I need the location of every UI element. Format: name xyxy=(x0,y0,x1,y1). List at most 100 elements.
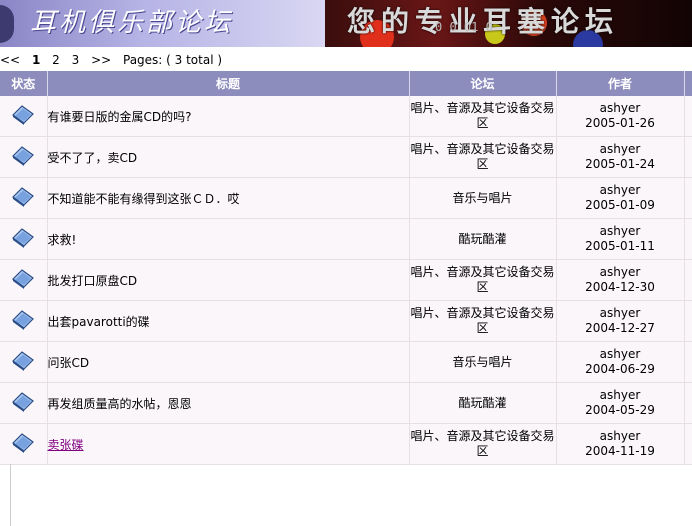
forum-cell: 音乐与唱片 xyxy=(409,177,557,219)
extra-cell xyxy=(684,382,692,424)
author-name[interactable]: ashyer xyxy=(600,347,641,361)
table-row: 卖张碟 唱片、音源及其它设备交易区 ashyer 2004-11-19 xyxy=(0,423,692,465)
folder-icon xyxy=(11,268,35,293)
title-cell: 受不了了，卖CD xyxy=(47,136,410,178)
topic-title-link[interactable]: 再发组质量高的水帖，恩恩 xyxy=(48,397,192,411)
pager-prev-link[interactable]: << xyxy=(0,53,20,67)
header-extra xyxy=(684,71,692,96)
topic-title-link[interactable]: 受不了了，卖CD xyxy=(48,151,138,165)
extra-cell xyxy=(684,136,692,178)
table-row: 不知道能不能有缘得到这张ＣＤ．哎 音乐与唱片 ashyer 2005-01-09 xyxy=(0,177,692,219)
folder-icon xyxy=(11,391,35,416)
forum-name: 耳机俱乐部论坛 xyxy=(30,8,234,38)
extra-cell xyxy=(684,423,692,465)
title-cell: 卖张碟 xyxy=(47,423,410,465)
status-cell xyxy=(0,423,48,465)
title-cell: 求救! xyxy=(47,218,410,260)
author-name[interactable]: ashyer xyxy=(600,265,641,279)
banner-logo-area: 耳机俱乐部论坛 xyxy=(0,0,325,47)
folder-icon xyxy=(11,145,35,170)
author-name[interactable]: ashyer xyxy=(600,224,641,238)
post-date: 2005-01-24 xyxy=(585,157,655,171)
forum-name-link[interactable]: 唱片、音源及其它设备交易区 xyxy=(410,306,554,335)
topic-title-link[interactable]: 出套pavarotti的碟 xyxy=(48,315,150,329)
title-cell: 出套pavarotti的碟 xyxy=(47,300,410,342)
pager-page-3[interactable]: 3 xyxy=(72,53,80,67)
forum-name-link[interactable]: 唱片、音源及其它设备交易区 xyxy=(410,142,554,171)
author-name[interactable]: ashyer xyxy=(600,388,641,402)
topic-table: 状态 标题 论坛 作者 有谁要日版的金属CD的吗? 唱片、音源及其它设备交易区 as… xyxy=(0,71,692,465)
author-name[interactable]: ashyer xyxy=(600,306,641,320)
forum-name-link[interactable]: 音乐与唱片 xyxy=(452,191,512,205)
forum-name-link[interactable]: 音乐与唱片 xyxy=(452,355,512,369)
extra-cell xyxy=(684,259,692,301)
header-title: 标题 xyxy=(47,71,410,96)
topic-title-link[interactable]: 有谁要日版的金属CD的吗? xyxy=(48,110,192,124)
pager-page-1: 1 xyxy=(31,53,41,67)
title-cell: 有谁要日版的金属CD的吗? xyxy=(47,96,410,137)
author-name[interactable]: ashyer xyxy=(600,142,641,156)
author-name[interactable]: ashyer xyxy=(600,183,641,197)
topic-title-link[interactable]: 求救! xyxy=(48,233,77,247)
topic-title-link[interactable]: 卖张碟 xyxy=(48,438,84,452)
folder-icon xyxy=(11,309,35,334)
table-header-row: 状态 标题 论坛 作者 xyxy=(0,71,692,96)
folder-icon xyxy=(11,186,35,211)
forum-name-link[interactable]: 唱片、音源及其它设备交易区 xyxy=(410,265,554,294)
forum-name-link[interactable]: 酷玩酷灌 xyxy=(458,396,506,410)
header-status: 状态 xyxy=(0,71,48,96)
title-cell: 不知道能不能有缘得到这张ＣＤ．哎 xyxy=(47,177,410,219)
forum-cell: 唱片、音源及其它设备交易区 xyxy=(409,300,557,342)
forum-cell: 音乐与唱片 xyxy=(409,341,557,383)
header-author: 作者 xyxy=(556,71,685,96)
extra-cell xyxy=(684,218,692,260)
topic-title-link[interactable]: 批发打口原盘CD xyxy=(48,274,138,288)
extra-cell xyxy=(684,300,692,342)
table-row: 问张CD 音乐与唱片 ashyer 2004-06-29 xyxy=(0,341,692,383)
post-date: 2004-12-27 xyxy=(585,321,655,335)
title-cell: 问张CD xyxy=(47,341,410,383)
table-row: 批发打口原盘CD 唱片、音源及其它设备交易区 ashyer 2004-12-30 xyxy=(0,259,692,301)
post-date: 2004-05-29 xyxy=(585,403,655,417)
author-cell: ashyer 2005-01-24 xyxy=(556,136,685,178)
forum-name-link[interactable]: 唱片、音源及其它设备交易区 xyxy=(410,101,554,130)
extra-cell xyxy=(684,96,692,137)
topic-title-link[interactable]: 问张CD xyxy=(48,356,90,370)
forum-banner: 耳机俱乐部论坛 您的专业耳塞论坛 0 0 01 0 xyxy=(0,0,692,47)
forum-cell: 酷玩酷灌 xyxy=(409,218,557,260)
post-date: 2005-01-11 xyxy=(585,239,655,253)
forum-cell: 唱片、音源及其它设备交易区 xyxy=(409,136,557,178)
pager-summary: Pages: ( 3 total ) xyxy=(123,53,223,67)
folder-icon xyxy=(11,432,35,457)
pager-next-link[interactable]: >> xyxy=(91,53,111,67)
headphone-graphic xyxy=(0,5,14,43)
table-row: 出套pavarotti的碟 唱片、音源及其它设备交易区 ashyer 2004-12-… xyxy=(0,300,692,342)
author-cell: ashyer 2004-05-29 xyxy=(556,382,685,424)
banner-digits: 0 0 01 0 xyxy=(435,20,493,34)
post-date: 2005-01-09 xyxy=(585,198,655,212)
forum-cell: 唱片、音源及其它设备交易区 xyxy=(409,96,557,137)
forum-name-link[interactable]: 唱片、音源及其它设备交易区 xyxy=(410,429,554,458)
author-name[interactable]: ashyer xyxy=(600,429,641,443)
author-cell: ashyer 2004-12-30 xyxy=(556,259,685,301)
author-cell: ashyer 2005-01-11 xyxy=(556,218,685,260)
status-cell xyxy=(0,136,48,178)
author-cell: ashyer 2004-06-29 xyxy=(556,341,685,383)
author-name[interactable]: ashyer xyxy=(600,101,641,115)
table-row: 有谁要日版的金属CD的吗? 唱片、音源及其它设备交易区 ashyer 2005-01-… xyxy=(0,96,692,137)
forum-name-link[interactable]: 酷玩酷灌 xyxy=(458,232,506,246)
post-date: 2004-11-19 xyxy=(585,444,655,458)
post-date: 2005-01-26 xyxy=(585,116,655,130)
author-cell: ashyer 2005-01-26 xyxy=(556,96,685,137)
title-cell: 再发组质量高的水帖，恩恩 xyxy=(47,382,410,424)
post-date: 2004-06-29 xyxy=(585,362,655,376)
pager-page-2[interactable]: 2 xyxy=(52,53,60,67)
table-row: 求救! 酷玩酷灌 ashyer 2005-01-11 xyxy=(0,218,692,260)
topic-rows: 有谁要日版的金属CD的吗? 唱片、音源及其它设备交易区 ashyer 2005-01-… xyxy=(0,96,692,465)
status-cell xyxy=(0,96,48,137)
forum-cell: 唱片、音源及其它设备交易区 xyxy=(409,259,557,301)
topic-title-link[interactable]: 不知道能不能有缘得到这张ＣＤ．哎 xyxy=(48,192,240,206)
header-forum: 论坛 xyxy=(409,71,557,96)
status-cell xyxy=(0,177,48,219)
folder-icon xyxy=(11,104,35,129)
